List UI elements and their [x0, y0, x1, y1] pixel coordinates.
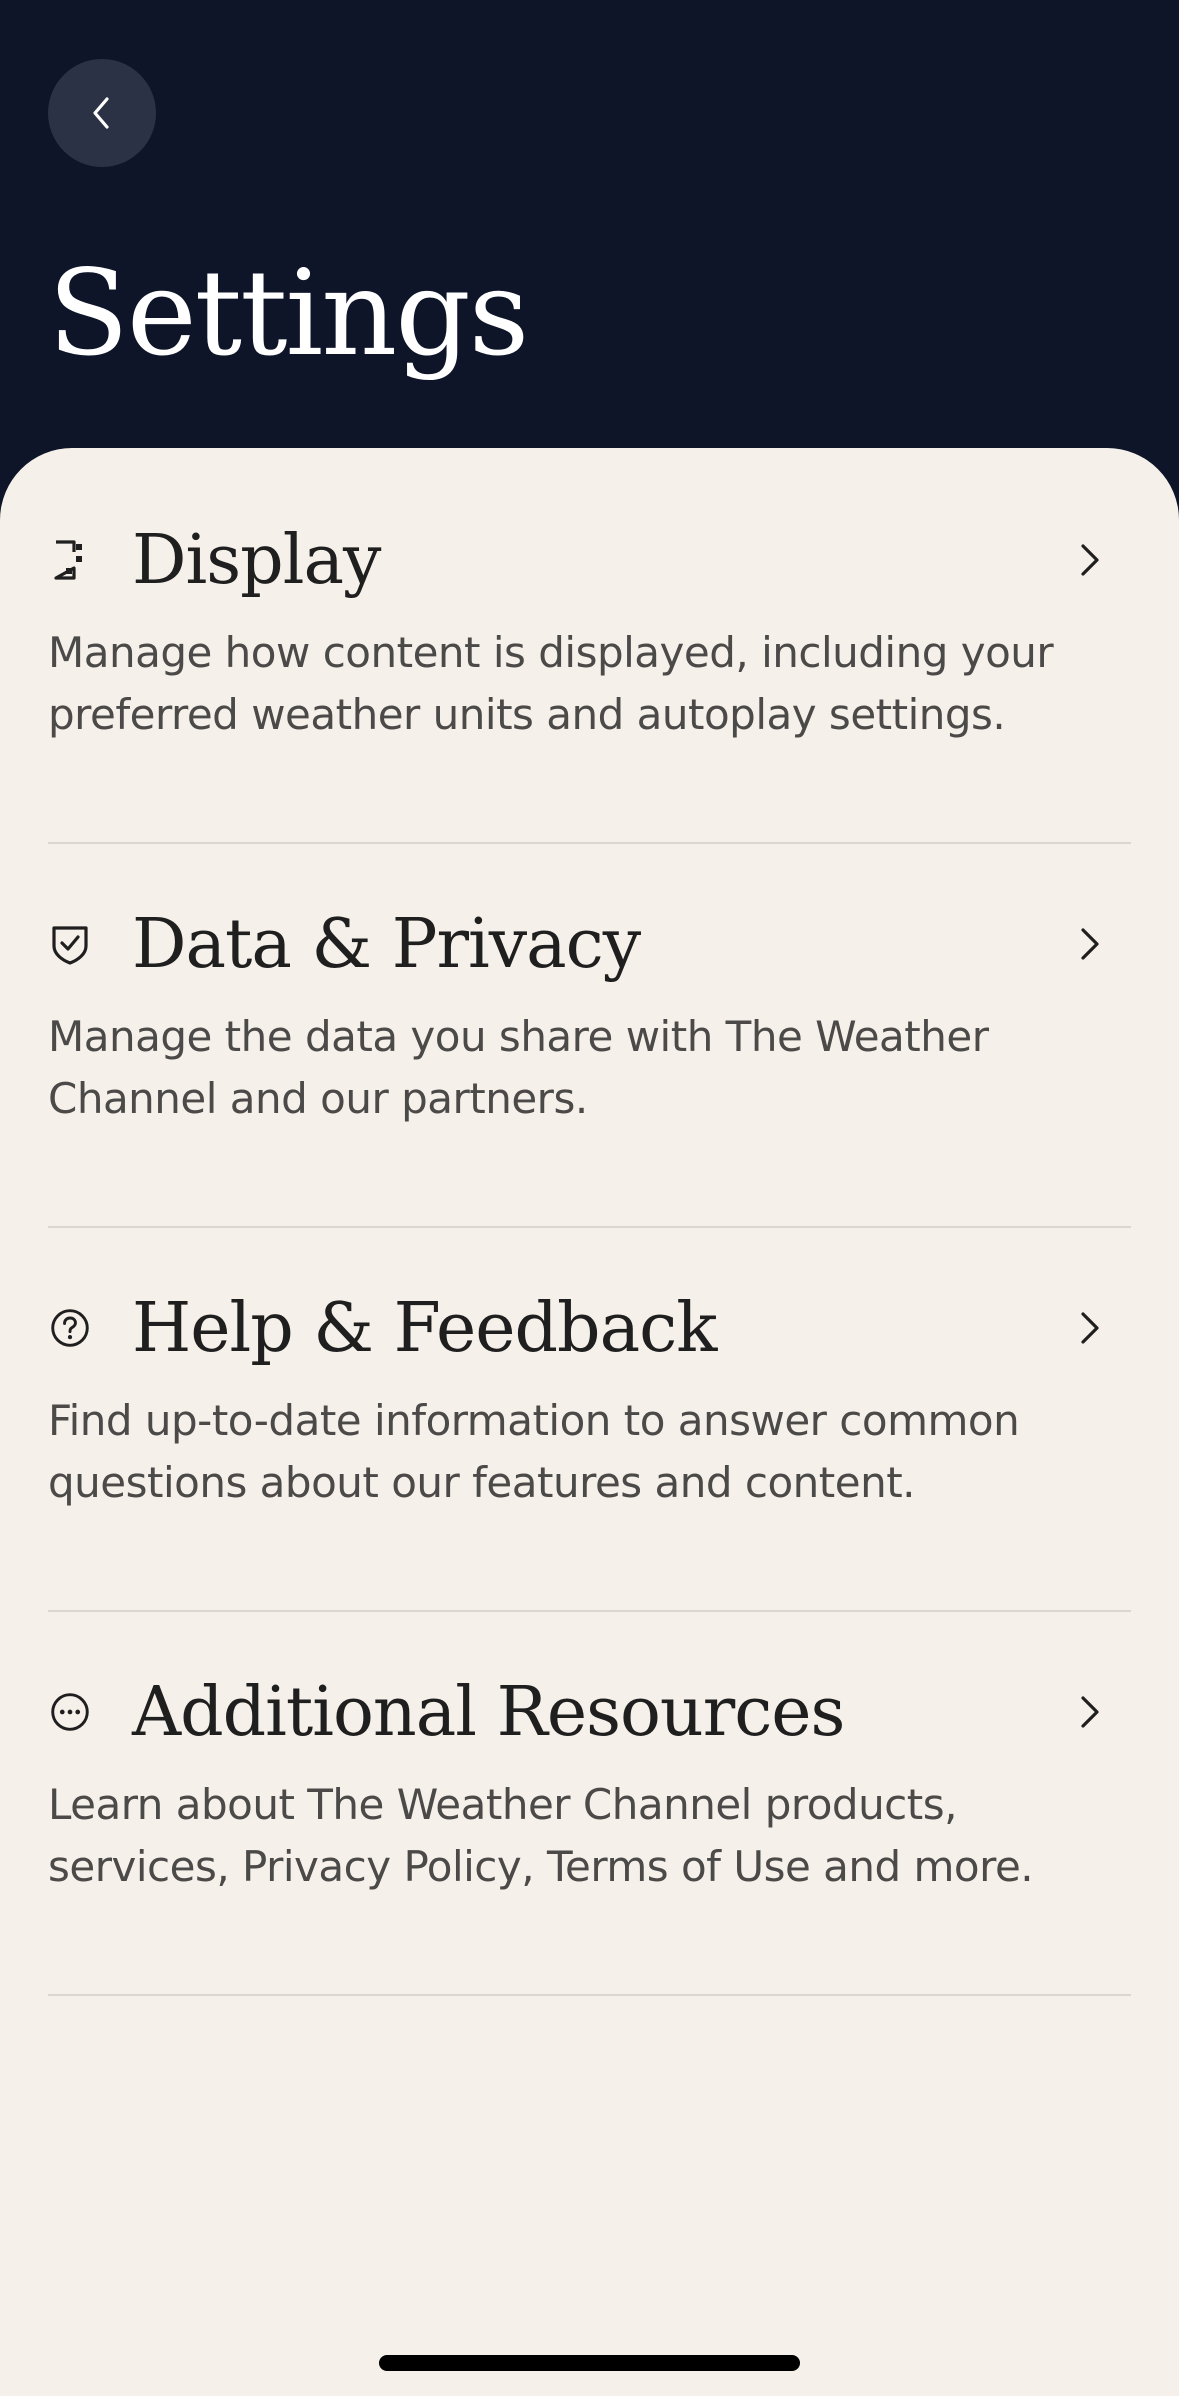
chevron-left-icon — [93, 97, 109, 129]
divider — [48, 842, 1131, 844]
settings-item-title: Additional Resources — [132, 1673, 845, 1752]
more-circle-icon — [50, 1690, 90, 1734]
settings-item-display[interactable]: Display Manage how content is displayed,… — [48, 480, 1131, 864]
back-button[interactable] — [48, 59, 156, 167]
home-indicator[interactable] — [379, 2355, 800, 2371]
settings-item-help-feedback[interactable]: Help & Feedback Find up-to-date informat… — [48, 1248, 1131, 1632]
shield-check-icon — [50, 922, 90, 966]
settings-item-description: Learn about The Weather Channel products… — [48, 1780, 1034, 1891]
settings-item-additional-resources[interactable]: Additional Resources Learn about The Wea… — [48, 1632, 1131, 2016]
settings-item-description: Manage how content is displayed, includi… — [48, 628, 1054, 739]
question-circle-icon — [50, 1306, 90, 1350]
chevron-right-icon — [1069, 924, 1109, 964]
settings-item-title: Data & Privacy — [132, 905, 641, 984]
settings-item-title: Help & Feedback — [132, 1289, 717, 1368]
chevron-right-icon — [1069, 540, 1109, 580]
header: Settings — [0, 0, 1179, 520]
settings-item-description: Find up-to-date information to answer co… — [48, 1396, 1020, 1507]
settings-item-title: Display — [132, 521, 381, 600]
display-icon — [50, 538, 90, 582]
chevron-right-icon — [1069, 1308, 1109, 1348]
page-title: Settings — [48, 244, 529, 382]
settings-item-data-privacy[interactable]: Data & Privacy Manage the data you share… — [48, 864, 1131, 1248]
divider — [48, 1994, 1131, 1996]
settings-item-description: Manage the data you share with The Weath… — [48, 1012, 989, 1123]
divider — [48, 1610, 1131, 1612]
chevron-right-icon — [1069, 1692, 1109, 1732]
divider — [48, 1226, 1131, 1228]
